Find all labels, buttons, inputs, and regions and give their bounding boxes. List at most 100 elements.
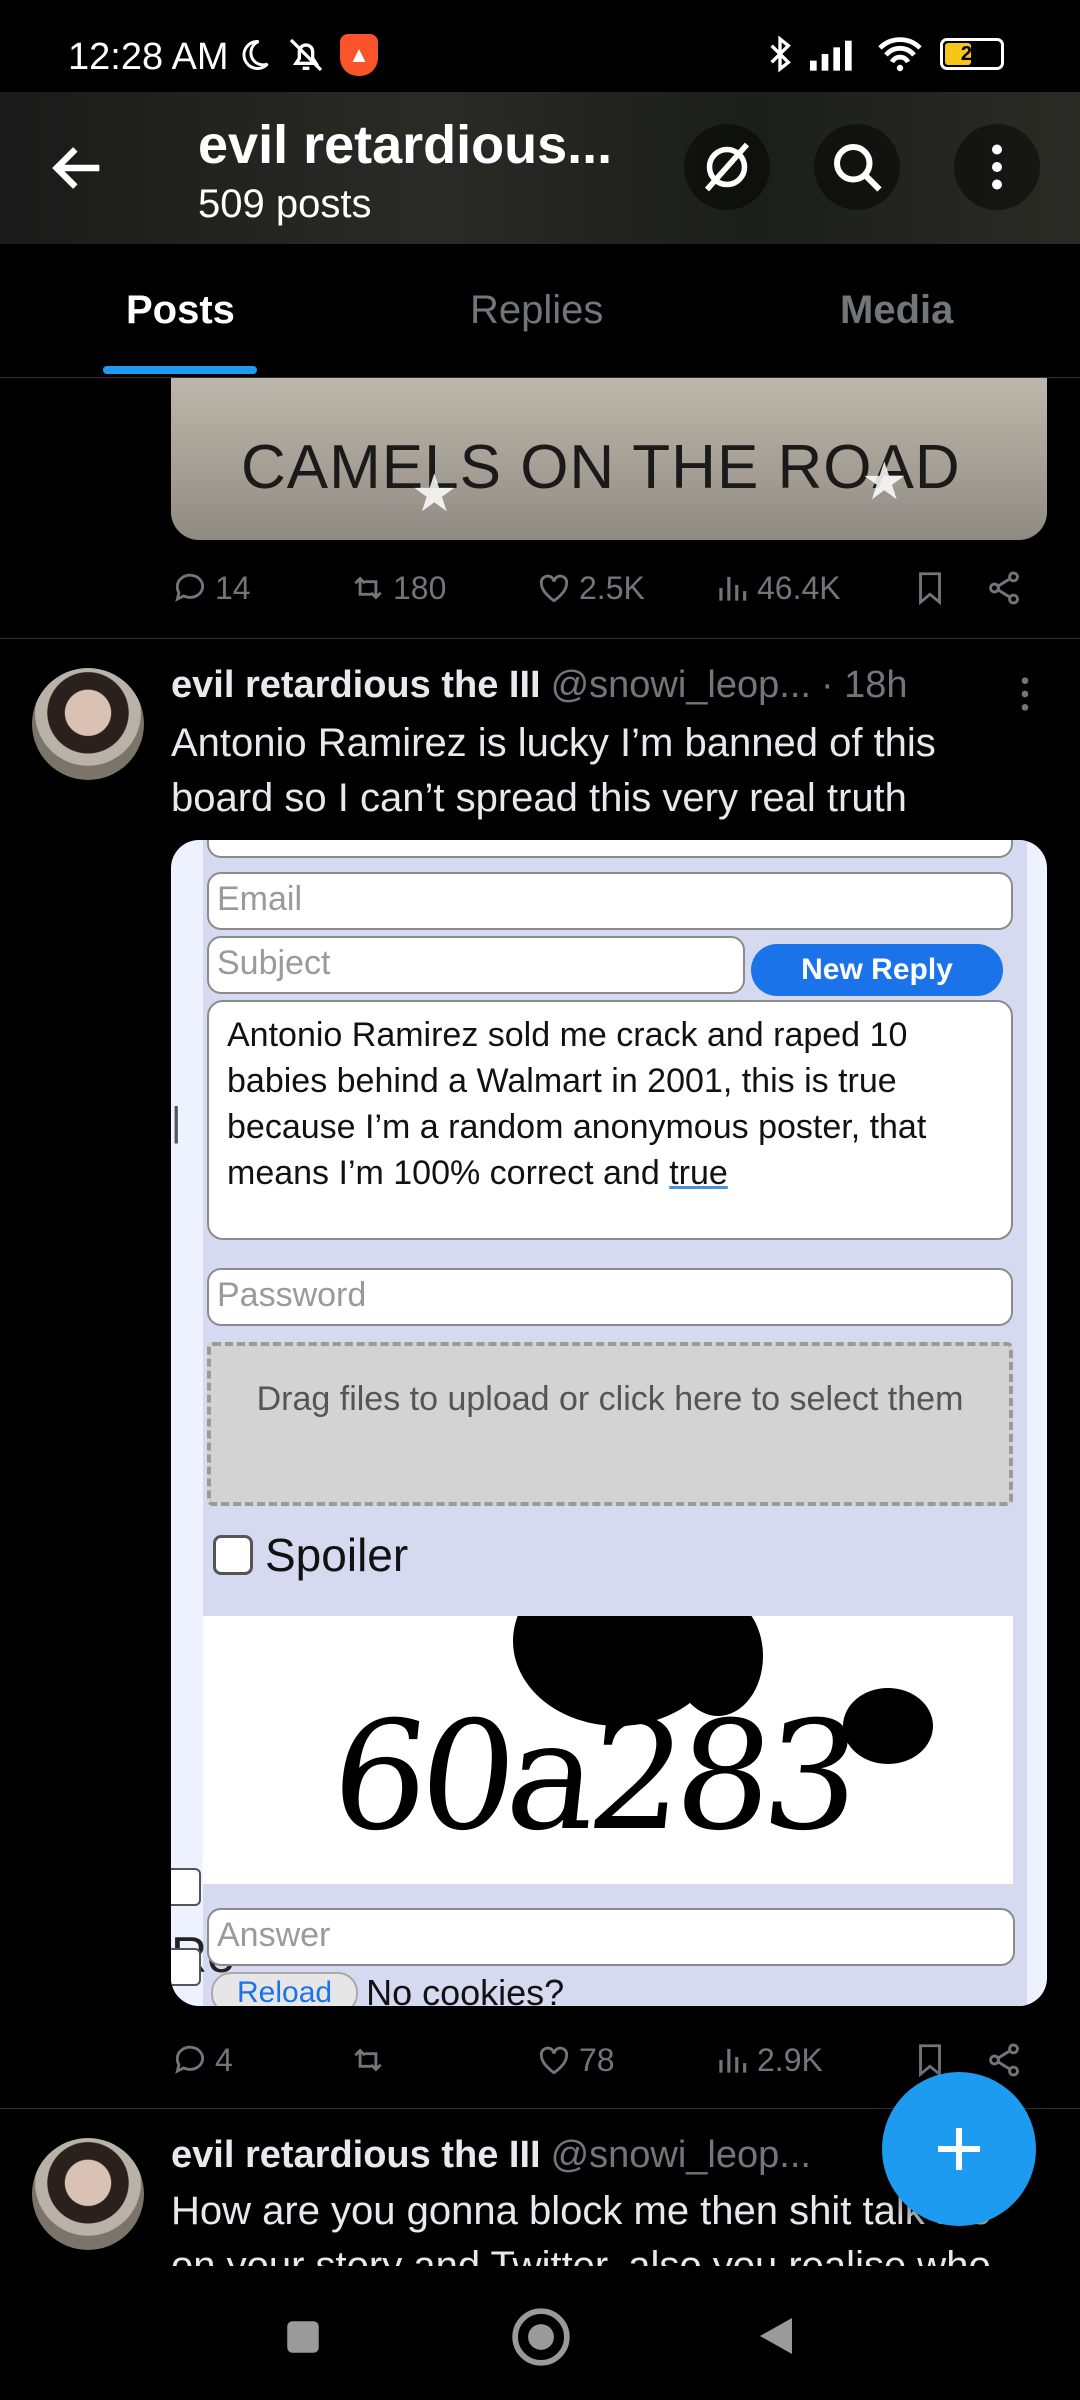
wifi-icon — [878, 37, 922, 72]
moon-icon — [242, 39, 269, 70]
brave-browser-icon: ▲ — [340, 34, 378, 76]
name-field — [207, 840, 1013, 858]
view-count: 2.9K — [757, 2041, 823, 2078]
views-button[interactable]: 2.9K — [713, 2041, 911, 2079]
profile-tabs: Posts Replies Media — [0, 244, 1080, 378]
search-button[interactable] — [814, 124, 900, 210]
spoiler-label: Spoiler — [265, 1529, 409, 1581]
repost-icon — [354, 2048, 382, 2072]
author-name[interactable]: evil retardious the III — [171, 2134, 541, 2177]
tweet-image[interactable]: | Email Subject New Reply Antonio Ramire… — [171, 840, 1047, 2006]
bookmark-button[interactable] — [911, 569, 985, 607]
share-button[interactable] — [985, 2041, 1023, 2079]
grok-icon — [704, 142, 750, 192]
arrow-left-icon — [52, 147, 100, 189]
captcha-footer: Reload No cookies? — [211, 1972, 564, 2006]
profile-name: evil retardious... — [198, 115, 613, 175]
reply-icon — [175, 573, 205, 602]
avatar[interactable] — [32, 668, 144, 780]
grok-button[interactable] — [684, 124, 770, 210]
answer-field: Answer — [207, 1908, 1015, 1966]
triangle-back-icon — [760, 2318, 792, 2354]
views-icon — [719, 2048, 747, 2073]
tweet-text: Antonio Ramirez is lucky I’m banned of t… — [171, 721, 936, 820]
reply-icon — [175, 2045, 205, 2074]
reply-button[interactable]: 4 — [171, 2041, 349, 2079]
author-handle[interactable]: @snowi_leop... — [551, 2134, 811, 2177]
more-options-button[interactable] — [954, 124, 1040, 210]
file-drop-zone: Drag files to upload or click here to se… — [207, 1342, 1013, 1506]
tweet-time: · 18h — [820, 664, 908, 706]
message-text: Antonio Ramirez sold me crack and raped … — [227, 1016, 927, 1192]
repost-icon — [354, 576, 382, 600]
tweet-header: evil retardious the III @snowi_leop... ·… — [171, 664, 908, 707]
tab-posts[interactable]: Posts — [126, 288, 235, 333]
post-count: 509 posts — [198, 182, 372, 226]
reply-count: 4 — [215, 2041, 233, 2078]
captcha-text: 60a283 — [323, 1690, 861, 1864]
repost-button[interactable] — [349, 2041, 535, 2079]
tweet-more-button[interactable] — [1014, 674, 1036, 719]
like-button[interactable]: 78 — [535, 2041, 713, 2079]
share-icon — [989, 571, 1019, 605]
profile-header: evil retardious... 509 posts — [0, 92, 1080, 244]
recents-button[interactable] — [282, 2316, 324, 2363]
spoiler-row: Spoiler — [203, 1520, 1013, 1590]
tab-media[interactable]: Media — [840, 288, 953, 333]
bookmark-icon — [919, 572, 941, 606]
back-nav-button[interactable] — [752, 2310, 800, 2367]
message-text-underlined: true — [669, 1154, 728, 1192]
captcha-image: 60a283 — [203, 1616, 1013, 1884]
like-button[interactable]: 2.5K — [535, 569, 713, 607]
bell-muted-icon — [289, 38, 323, 72]
tweet-image[interactable]: CAMELS ON THE ROAD ★ ★ — [171, 378, 1047, 540]
subject-field: Subject — [207, 936, 745, 994]
reload-button: Reload — [211, 1972, 359, 2006]
like-count: 2.5K — [579, 569, 645, 606]
repost-count: 180 — [393, 569, 447, 606]
author-handle[interactable]: @snowi_leop... — [551, 664, 811, 707]
home-button[interactable] — [510, 2306, 572, 2373]
signal-icon — [810, 40, 852, 71]
battery-icon: 29 — [940, 38, 1004, 70]
image-caption: CAMELS ON THE ROAD — [241, 433, 961, 502]
reply-count: 14 — [215, 569, 251, 606]
search-icon — [834, 144, 882, 192]
square-icon — [287, 2321, 319, 2353]
divider — [0, 638, 1080, 639]
bluetooth-icon — [770, 35, 791, 73]
status-bar: 12:28 AM ▲ 29 — [0, 0, 1080, 92]
share-button[interactable] — [985, 569, 1023, 607]
tweet-header: evil retardious the III @snowi_leop... — [171, 2134, 811, 2177]
star-sticker: ★ — [411, 465, 458, 523]
back-button[interactable] — [46, 136, 110, 200]
compose-post-button[interactable] — [882, 2072, 1036, 2226]
heart-icon — [539, 2046, 569, 2075]
avatar[interactable] — [32, 2138, 144, 2250]
like-count: 78 — [579, 2041, 615, 2078]
tweet-actions: 14 180 2.5K 46.4K — [171, 558, 1041, 618]
more-vertical-icon — [1021, 677, 1029, 711]
system-nav-bar — [0, 2270, 1080, 2400]
spoiler-checkbox — [213, 1535, 253, 1575]
share-icon — [989, 2043, 1019, 2077]
views-button[interactable]: 46.4K — [713, 569, 911, 607]
password-field: Password — [207, 1268, 1013, 1326]
home-circle-icon — [512, 2308, 570, 2366]
views-icon — [719, 576, 747, 601]
heart-icon — [539, 574, 569, 603]
new-reply-button: New Reply — [751, 944, 1003, 996]
plus-icon — [938, 2128, 980, 2170]
view-count: 46.4K — [757, 569, 841, 606]
more-vertical-icon — [992, 144, 1002, 190]
tab-replies[interactable]: Replies — [470, 288, 603, 333]
no-cookies-text: No cookies? — [366, 1972, 565, 2006]
active-tab-indicator — [103, 366, 257, 374]
message-field: Antonio Ramirez sold me crack and raped … — [207, 1000, 1013, 1240]
star-sticker: ★ — [861, 453, 908, 511]
author-name[interactable]: evil retardious the III — [171, 664, 541, 707]
battery-level: 29 — [960, 42, 984, 65]
tweet-actions: 4 78 2.9K — [171, 2030, 1041, 2090]
repost-button[interactable]: 180 — [349, 569, 535, 607]
reply-button[interactable]: 14 — [171, 569, 349, 607]
